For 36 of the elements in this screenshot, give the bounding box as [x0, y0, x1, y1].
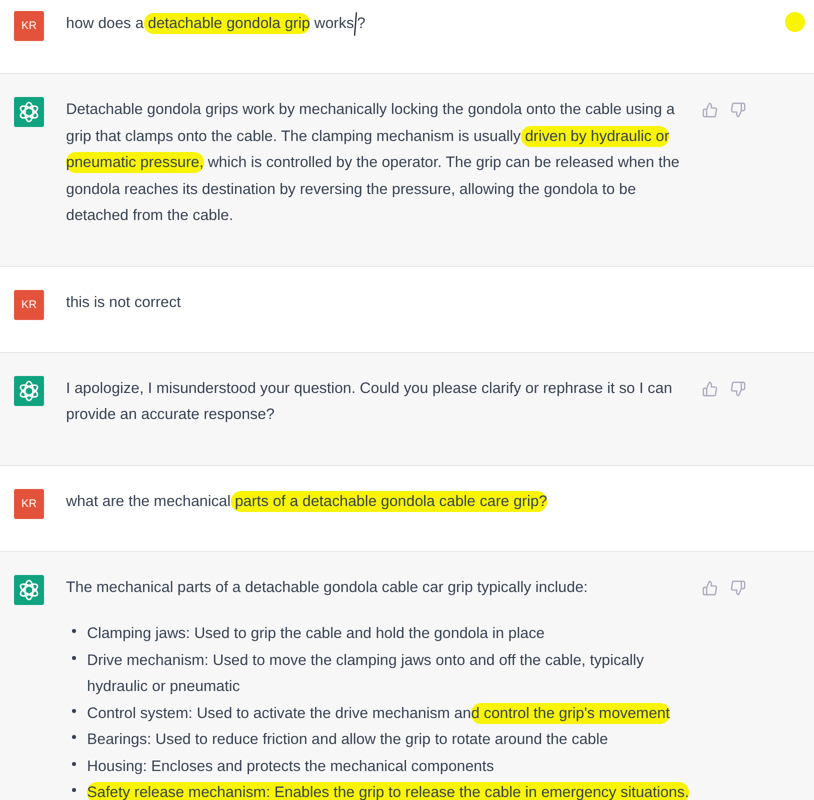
bullet-icon: [72, 788, 76, 792]
assistant-avatar-icon: [14, 574, 44, 604]
message-text: what are the mechanical parts of a detachable gondola cable care grip?: [66, 490, 548, 514]
message-text: this is not correct: [66, 292, 182, 312]
bullet-icon: [72, 762, 76, 766]
list-item-text: Control system: Used to activate the drive mechanism and control the grip's movement: [87, 702, 671, 726]
thumbs-down-icon: [730, 580, 746, 596]
bullet-icon: [72, 735, 76, 739]
assistant-avatar-icon: [14, 97, 44, 127]
thumbs-up-icon: [702, 580, 718, 596]
bullet-icon: [72, 629, 76, 633]
user-avatar: KR: [14, 290, 44, 320]
pen-stroke-icon: [354, 12, 357, 36]
assistant-avatar-icon: [14, 376, 44, 406]
thumbs-down-button[interactable]: [730, 380, 746, 396]
thumbs-up-button[interactable]: [702, 380, 718, 396]
thumbs-down-icon: [730, 380, 746, 396]
user-avatar: KR: [14, 11, 44, 41]
message-text: how does a detachable gondola grip works ?: [66, 12, 366, 36]
message-text: I apologize, I misunderstood your question. Could you please clarify or rephrase it so I can provide an accurate response?: [66, 378, 674, 425]
thumbs-up-icon: [702, 102, 718, 118]
user-avatar: KR: [14, 488, 44, 518]
thumbs-up-button[interactable]: [702, 580, 718, 596]
list-item-text: Clamping jaws: Used to grip the cable and hold the gondola in place: [87, 624, 546, 644]
thumbs-up-button[interactable]: [702, 102, 718, 118]
message-text: Detachable gondola grips work by mechanically locking the gondola onto the cable using a grip that clamps onto the cable. The clamping mechanism is usually driven by hydraulic or pneumatic pressure, which is controlled by the operator. The grip can be released when the gondola reaches its destination by reversing the pressure, allowing the gondola to be detached from the cable.: [66, 100, 680, 226]
bullet-icon: [72, 708, 76, 712]
thumbs-up-icon: [702, 380, 718, 396]
thumbs-down-button[interactable]: [730, 102, 746, 118]
list-item-text: Safety release mechanism: Enables the grip to release the cable in emergency situations.: [87, 781, 690, 800]
message-text: The mechanical parts of a detachable gondola cable car grip typically include:: [66, 578, 589, 598]
thumbs-down-icon: [730, 102, 746, 118]
list-item-text: Housing: Encloses and protects the mechanical components: [87, 756, 495, 776]
thumbs-down-button[interactable]: [730, 580, 746, 596]
bullet-icon: [72, 656, 76, 660]
list-item-text: Bearings: Used to reduce friction and allow the grip to rotate around the cable: [87, 730, 609, 750]
